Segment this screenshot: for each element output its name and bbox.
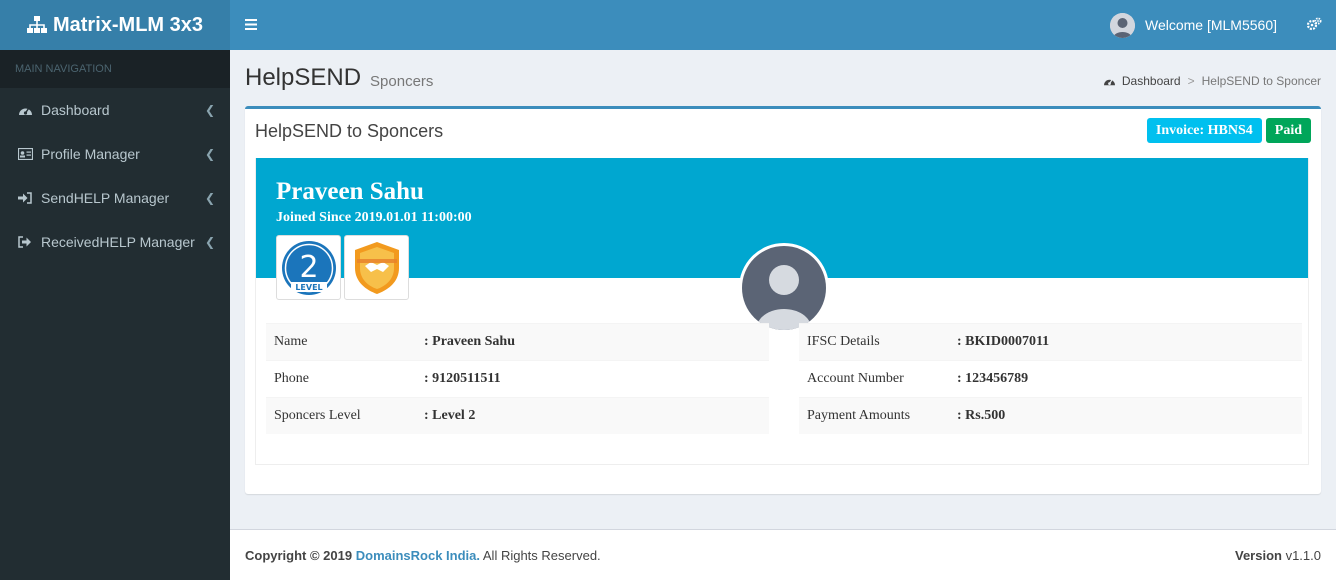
details-table-left: Name : Praveen Sahu Phone : 9120511511 S… <box>266 323 769 434</box>
badge-list: 2 LEVEL <box>276 235 412 300</box>
detail-label: Payment Amounts <box>807 408 911 423</box>
box-tools: Invoice: HBNS4 Paid <box>1143 118 1311 143</box>
detail-label: Sponcers Level <box>274 408 361 423</box>
invoice-badge[interactable]: Invoice: HBNS4 <box>1146 118 1262 143</box>
profile-details: Name : Praveen Sahu Phone : 9120511511 S… <box>266 323 1302 434</box>
copyright-label: Copyright © 2019 <box>245 547 353 563</box>
sign-in-icon <box>18 192 41 204</box>
user-menu[interactable]: Welcome [MLM5560] <box>1095 0 1292 50</box>
sign-out-icon <box>18 236 41 248</box>
company-link[interactable]: DomainsRock India. <box>356 548 480 563</box>
shield-icon <box>354 241 399 294</box>
sidebar: Matrix-MLM 3x3 MAIN NAVIGATION Dashboard… <box>0 0 230 580</box>
main-footer: Copyright © 2019 DomainsRock India. All … <box>230 529 1336 580</box>
id-card-icon <box>18 148 41 160</box>
box-header: HelpSEND to Sponcers Invoice: HBNS4 Paid <box>245 109 1321 153</box>
handshake-shield-badge <box>344 235 409 300</box>
chevron-left-icon: ❮ <box>204 103 215 117</box>
chevron-left-icon: ❮ <box>204 235 215 249</box>
sidebar-item-dashboard[interactable]: Dashboard ❮ <box>0 88 230 132</box>
table-row: Account Number : 123456789 <box>799 360 1302 397</box>
level-badge-text: LEVEL <box>295 283 322 292</box>
detail-label: Name <box>274 334 308 349</box>
user-avatar <box>1109 12 1135 38</box>
welcome-text: Welcome [MLM5560] <box>1144 17 1277 33</box>
gears-icon <box>1306 17 1322 34</box>
dashboard-icon <box>1103 76 1116 87</box>
sitemap-icon <box>26 16 47 34</box>
table-row: IFSC Details : BKID0007011 <box>799 323 1302 360</box>
hamburger-icon <box>245 17 257 33</box>
content-header: HelpSEND Sponcers Dashboard > HelpSEND t… <box>230 50 1336 106</box>
app-title: Matrix-MLM 3x3 <box>52 13 204 36</box>
sidebar-item-sendhelp-manager[interactable]: SendHELP Manager ❮ <box>0 176 230 220</box>
nav-header: MAIN NAVIGATION <box>0 50 230 88</box>
app-logo[interactable]: Matrix-MLM 3x3 <box>0 0 230 50</box>
detail-value: : Rs.500 <box>957 408 1006 423</box>
breadcrumb-current: HelpSEND to Sponcer <box>1201 74 1321 88</box>
sidebar-item-label: ReceivedHELP Manager <box>41 234 195 250</box>
profile-joined-date: Joined Since 2019.01.01 11:00:00 <box>276 210 472 225</box>
rights-text: All Rights Reserved. <box>482 547 601 563</box>
detail-value: : BKID0007011 <box>957 334 1050 349</box>
version-number: v1.1.0 <box>1285 547 1321 563</box>
top-navbar: Welcome [MLM5560] <box>230 0 1336 50</box>
user-profile-widget: Praveen Sahu Joined Since 2019.01.01 11:… <box>255 158 1309 465</box>
sidebar-item-label: Profile Manager <box>41 146 140 162</box>
paid-status-badge: Paid <box>1265 118 1311 143</box>
breadcrumb-home-link[interactable]: Dashboard <box>1122 74 1181 88</box>
table-row: Payment Amounts : Rs.500 <box>799 397 1302 434</box>
sidebar-item-profile-manager[interactable]: Profile Manager ❮ <box>0 132 230 176</box>
level-badge: 2 LEVEL <box>276 235 341 300</box>
details-table-right: IFSC Details : BKID0007011 Account Numbe… <box>799 323 1302 434</box>
detail-label: Account Number <box>807 371 904 386</box>
copyright-text: Copyright © 2019 DomainsRock India. All … <box>245 548 601 563</box>
breadcrumb-separator: > <box>1187 74 1195 88</box>
helpsend-box: HelpSEND to Sponcers Invoice: HBNS4 Paid… <box>245 106 1321 494</box>
table-row: Sponcers Level : Level 2 <box>266 397 769 434</box>
detail-value: : Level 2 <box>424 408 476 423</box>
page-subtitle: Sponcers <box>370 72 434 90</box>
content-wrapper: HelpSEND Sponcers Dashboard > HelpSEND t… <box>230 50 1336 494</box>
detail-label: IFSC Details <box>807 334 880 349</box>
page-title: HelpSEND <box>245 64 362 91</box>
chevron-left-icon: ❮ <box>204 147 215 161</box>
profile-avatar <box>739 243 829 333</box>
version-label: Version <box>1234 547 1282 563</box>
box-title: HelpSEND to Sponcers <box>255 120 444 141</box>
version-info: Version v1.1.0 <box>1235 548 1321 563</box>
breadcrumb: Dashboard > HelpSEND to Sponcer <box>1103 74 1321 88</box>
detail-value: : Praveen Sahu <box>424 334 515 349</box>
sidebar-item-label: Dashboard <box>41 102 110 118</box>
chevron-left-icon: ❮ <box>204 191 215 205</box>
level-badge-number: 2 <box>299 250 318 285</box>
sidebar-item-label: SendHELP Manager <box>41 190 170 206</box>
sidebar-item-receivedhelp-manager[interactable]: ReceivedHELP Manager ❮ <box>0 220 230 264</box>
table-row: Phone : 9120511511 <box>266 360 769 397</box>
table-row: Name : Praveen Sahu <box>266 323 769 360</box>
settings-button[interactable] <box>1292 0 1336 50</box>
sidebar-toggle-button[interactable] <box>230 0 272 50</box>
profile-name: Praveen Sahu <box>276 178 424 205</box>
dashboard-icon <box>18 104 41 117</box>
detail-value: : 123456789 <box>957 371 1029 386</box>
detail-label: Phone <box>274 371 309 386</box>
detail-value: : 9120511511 <box>424 371 501 386</box>
